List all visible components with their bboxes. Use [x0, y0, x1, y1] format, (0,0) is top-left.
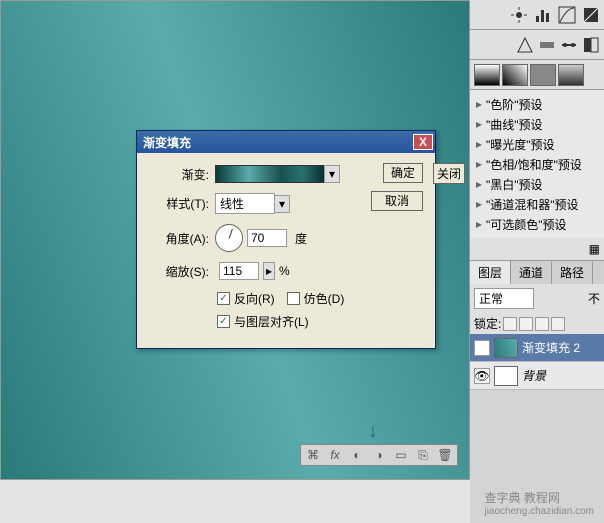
chevron-right-icon: ▸	[476, 117, 486, 131]
bw-icon[interactable]	[582, 36, 600, 54]
layer-toolbar: ⌘ fx ◐ ◑ ▭ ⎘ 🗑	[300, 444, 458, 466]
adjustment-icon[interactable]: ◑	[371, 447, 387, 463]
tab-channels[interactable]: 通道	[511, 261, 552, 284]
swatch-gradient-1[interactable]	[474, 64, 500, 86]
chevron-right-icon: ▸	[476, 97, 486, 111]
layer-thumb[interactable]	[494, 366, 518, 386]
ok-button[interactable]: 确定	[383, 163, 423, 183]
new-layer-icon[interactable]: ⎘	[415, 447, 431, 463]
angle-input[interactable]	[247, 229, 287, 247]
brightness-icon[interactable]	[510, 6, 528, 24]
reverse-label: 反向(R)	[234, 290, 275, 307]
swatch-gradient-3[interactable]	[558, 64, 584, 86]
preset-item[interactable]: ▸"通道混和器"预设	[470, 194, 604, 214]
arrow-annotation: ↓	[368, 420, 378, 443]
hue-icon[interactable]	[538, 36, 556, 54]
top-icon-strip-1	[470, 0, 604, 30]
angle-dial[interactable]	[215, 224, 243, 252]
opacity-label: 不	[588, 290, 600, 307]
style-select[interactable]: 线性	[215, 193, 275, 214]
chevron-right-icon: ▸	[476, 177, 486, 191]
eye-icon[interactable]: 👁	[474, 340, 490, 356]
dither-label: 仿色(D)	[304, 290, 345, 307]
gradient-fill-dialog: 渐变填充 X 确定 关闭 取消 渐变: ▾ 样式(T): 线性 ▾ 角度(A):…	[136, 130, 436, 349]
panel-menu-icon[interactable]: ▦	[470, 238, 604, 260]
layer-thumb[interactable]	[494, 338, 518, 358]
scale-unit: %	[279, 264, 290, 278]
angle-label: 角度(A):	[149, 230, 209, 247]
lock-transparency-icon[interactable]	[503, 317, 517, 331]
tab-layers[interactable]: 图层	[470, 261, 511, 284]
right-panel: ▸"色阶"预设 ▸"曲线"预设 ▸"曝光度"预设 ▸"色相/饱和度"预设 ▸"黑…	[470, 0, 604, 523]
eye-icon[interactable]: 👁	[474, 368, 490, 384]
style-label: 样式(T):	[149, 195, 209, 212]
trash-icon[interactable]: 🗑	[437, 447, 453, 463]
swatch-gradient-2[interactable]	[502, 64, 528, 86]
angle-unit: 度	[295, 230, 307, 247]
lock-all-icon[interactable]	[551, 317, 565, 331]
dialog-titlebar[interactable]: 渐变填充 X	[137, 131, 435, 153]
preset-item[interactable]: ▸"色阶"预设	[470, 94, 604, 114]
levels-icon[interactable]	[534, 6, 552, 24]
swatch-row	[470, 60, 604, 90]
swatch-gray[interactable]	[530, 64, 556, 86]
scale-label: 缩放(S):	[149, 263, 209, 280]
align-checkbox[interactable]: ✓	[217, 315, 230, 328]
chevron-right-icon: ▸	[476, 217, 486, 231]
exposure-icon[interactable]	[582, 6, 600, 24]
gradient-dropdown[interactable]: ▾	[324, 165, 340, 183]
gradient-preview[interactable]	[215, 165, 325, 183]
close-button[interactable]: X	[413, 134, 433, 150]
preset-item[interactable]: ▸"黑白"预设	[470, 174, 604, 194]
lock-position-icon[interactable]	[535, 317, 549, 331]
vibrance-icon[interactable]	[516, 36, 534, 54]
preset-item[interactable]: ▸"色相/饱和度"预设	[470, 154, 604, 174]
layer-name: 背景	[522, 367, 546, 384]
fx-icon[interactable]: fx	[327, 447, 343, 463]
top-icon-strip-2	[470, 30, 604, 60]
style-dropdown-arrow[interactable]: ▾	[274, 195, 290, 213]
lock-row: 锁定:	[470, 313, 604, 334]
preset-item[interactable]: ▸"可选颜色"预设	[470, 214, 604, 234]
dither-checkbox[interactable]	[287, 292, 300, 305]
layers-list: 👁 渐变填充 2 👁 背景	[470, 334, 604, 390]
balance-icon[interactable]	[560, 36, 578, 54]
watermark: 查字典 教程网 jiaocheng.chazidian.com	[484, 489, 594, 517]
close-label[interactable]: 关闭	[433, 163, 465, 184]
panel-tabs: 图层 通道 路径	[470, 260, 604, 284]
blend-mode-select[interactable]: 正常	[474, 288, 534, 309]
chevron-right-icon: ▸	[476, 137, 486, 151]
preset-item[interactable]: ▸"曲线"预设	[470, 114, 604, 134]
chevron-right-icon: ▸	[476, 197, 486, 211]
layer-controls: 正常 不	[470, 284, 604, 313]
chevron-right-icon: ▸	[476, 157, 486, 171]
curves-icon[interactable]	[558, 6, 576, 24]
lock-paint-icon[interactable]	[519, 317, 533, 331]
layer-name: 渐变填充 2	[522, 339, 580, 356]
layer-item[interactable]: 👁 背景	[470, 362, 604, 390]
align-label: 与图层对齐(L)	[234, 313, 309, 330]
preset-list: ▸"色阶"预设 ▸"曲线"预设 ▸"曝光度"预设 ▸"色相/饱和度"预设 ▸"黑…	[470, 90, 604, 238]
mask-icon[interactable]: ◐	[349, 447, 365, 463]
tab-paths[interactable]: 路径	[552, 261, 593, 284]
reverse-checkbox[interactable]: ✓	[217, 292, 230, 305]
dialog-title: 渐变填充	[143, 134, 191, 151]
folder-icon[interactable]: ▭	[393, 447, 409, 463]
link-icon[interactable]: ⌘	[305, 447, 321, 463]
gradient-label: 渐变:	[149, 166, 209, 183]
scale-input[interactable]	[219, 262, 259, 280]
scale-spinner[interactable]: ▸	[263, 262, 275, 280]
preset-item[interactable]: ▸"曝光度"预设	[470, 134, 604, 154]
cancel-button[interactable]: 取消	[371, 191, 423, 211]
layer-item[interactable]: 👁 渐变填充 2	[470, 334, 604, 362]
